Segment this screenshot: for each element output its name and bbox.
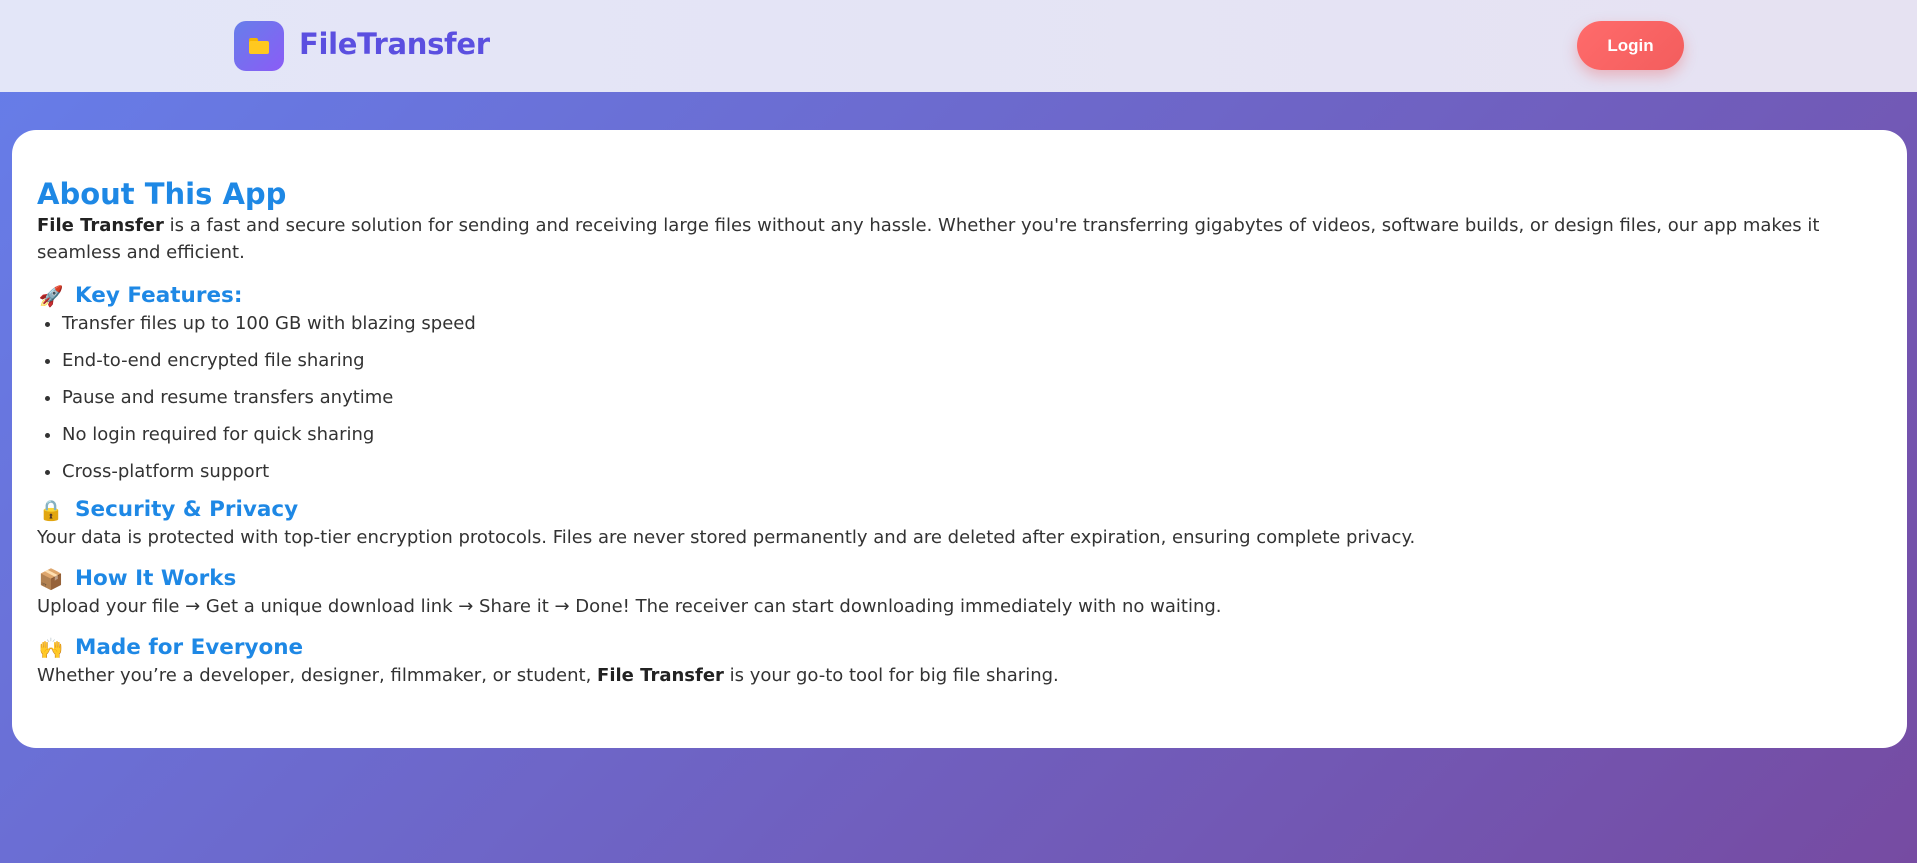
everyone-heading-text: Made for Everyone bbox=[75, 635, 304, 660]
folder-icon bbox=[249, 38, 269, 54]
everyone-app-name: File Transfer bbox=[597, 665, 724, 686]
package-icon: 📦 bbox=[38, 567, 64, 591]
everyone-heading: 🙌 Made for Everyone bbox=[37, 634, 1881, 662]
login-button[interactable]: Login bbox=[1577, 21, 1684, 70]
how-heading-text: How It Works bbox=[75, 566, 237, 591]
everyone-text: Whether you’re a developer, designer, fi… bbox=[37, 662, 1881, 689]
top-navbar: FileTransfer Login bbox=[0, 0, 1917, 92]
how-heading: 📦 How It Works bbox=[37, 565, 1881, 593]
everyone-text-before: Whether you’re a developer, designer, fi… bbox=[37, 665, 598, 686]
lock-icon: 🔒 bbox=[38, 498, 64, 522]
app-logo[interactable] bbox=[234, 21, 284, 71]
about-card: About This App File Transfer is a fast a… bbox=[12, 130, 1907, 748]
rocket-icon: 🚀 bbox=[38, 284, 64, 308]
list-item: End-to-end encrypted file sharing bbox=[62, 347, 1881, 374]
features-heading: 🚀 Key Features: bbox=[37, 282, 1881, 310]
security-heading: 🔒 Security & Privacy bbox=[37, 496, 1881, 524]
how-text: Upload your file → Get a unique download… bbox=[37, 596, 1222, 617]
features-list: Transfer files up to 100 GB with blazing… bbox=[37, 310, 1881, 485]
list-item: Pause and resume transfers anytime bbox=[62, 384, 1881, 411]
list-item: Transfer files up to 100 GB with blazing… bbox=[62, 310, 1881, 337]
security-text: Your data is protected with top-tier enc… bbox=[37, 527, 1416, 548]
intro-text: is a fast and secure solution for sendin… bbox=[37, 215, 1820, 263]
security-heading-text: Security & Privacy bbox=[75, 497, 299, 522]
features-heading-text: Key Features: bbox=[75, 283, 243, 308]
raised-hands-icon: 🙌 bbox=[38, 636, 64, 660]
intro-paragraph: File Transfer is a fast and secure solut… bbox=[37, 212, 1881, 266]
page-title: About This App bbox=[37, 177, 287, 211]
list-item: No login required for quick sharing bbox=[62, 421, 1881, 448]
intro-app-name: File Transfer bbox=[37, 215, 164, 236]
brand-name[interactable]: FileTransfer bbox=[299, 27, 490, 61]
everyone-text-after: is your go-to tool for big file sharing. bbox=[723, 665, 1059, 686]
list-item: Cross-platform support bbox=[62, 458, 1881, 485]
